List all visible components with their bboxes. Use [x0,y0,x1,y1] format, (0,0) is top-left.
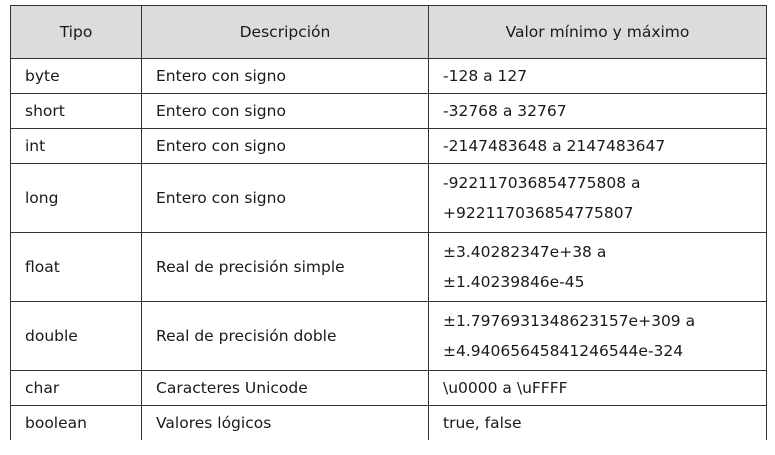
rango-line: ±1.40239846e-45 [443,273,585,291]
cell-tipo: int [10,128,142,164]
cell-descripcion: Caracteres Unicode [141,370,429,406]
cell-descripcion: Entero con signo [141,128,429,164]
cell-rango: \u0000 a \uFFFF [428,370,767,406]
cell-tipo: short [10,93,142,129]
cell-tipo: long [10,163,142,233]
cell-rango: ±3.40282347e+38 a ±1.40239846e-45 [428,232,767,302]
table-row: byte Entero con signo -128 a 127 [10,58,767,94]
cell-descripcion: Entero con signo [141,58,429,94]
table-header: Tipo Descripción Valor mínimo y máximo [10,5,767,59]
rango-line: +922117036854775807 [443,204,634,222]
rango-line: -128 a 127 [443,67,528,85]
rango-line: ±4.94065645841246544e-324 [443,342,684,360]
data-types-table: Tipo Descripción Valor mínimo y máximo b… [10,5,767,440]
cell-rango: true, false [428,405,767,440]
table-row: long Entero con signo -92211703685477580… [10,163,767,233]
table-row: short Entero con signo -32768 a 32767 [10,93,767,129]
cell-rango: -128 a 127 [428,58,767,94]
cell-rango: -922117036854775808 a +92211703685477580… [428,163,767,233]
header-row: Tipo Descripción Valor mínimo y máximo [10,5,767,59]
cell-descripcion: Real de precisión doble [141,301,429,371]
cell-descripcion: Valores lógicos [141,405,429,440]
rango-line: -922117036854775808 a [443,174,641,192]
cell-tipo: byte [10,58,142,94]
cell-rango: -32768 a 32767 [428,93,767,129]
data-types-table-container: Tipo Descripción Valor mínimo y máximo b… [10,5,767,440]
cell-descripcion: Entero con signo [141,163,429,233]
cell-descripcion: Entero con signo [141,93,429,129]
header-descripcion: Descripción [141,5,429,59]
table-row: double Real de precisión doble ±1.797693… [10,301,767,371]
table-row: int Entero con signo -2147483648 a 21474… [10,128,767,164]
cell-tipo: boolean [10,405,142,440]
rango-line: \u0000 a \uFFFF [443,379,568,397]
table-row: boolean Valores lógicos true, false [10,405,767,440]
cell-rango: -2147483648 a 2147483647 [428,128,767,164]
cell-descripcion: Real de precisión simple [141,232,429,302]
header-valor: Valor mínimo y máximo [428,5,767,59]
rango-line: true, false [443,414,522,432]
header-tipo: Tipo [10,5,142,59]
rango-line: ±3.40282347e+38 a [443,243,607,261]
rango-line: ±1.7976931348623157e+309 a [443,312,696,330]
cell-tipo: float [10,232,142,302]
table-row: float Real de precisión simple ±3.402823… [10,232,767,302]
rango-line: -32768 a 32767 [443,102,567,120]
cell-rango: ±1.7976931348623157e+309 a ±4.9406564584… [428,301,767,371]
rango-line: -2147483648 a 2147483647 [443,137,666,155]
cell-tipo: double [10,301,142,371]
cell-tipo: char [10,370,142,406]
table-body: byte Entero con signo -128 a 127 short E… [10,58,767,440]
table-row: char Caracteres Unicode \u0000 a \uFFFF [10,370,767,406]
